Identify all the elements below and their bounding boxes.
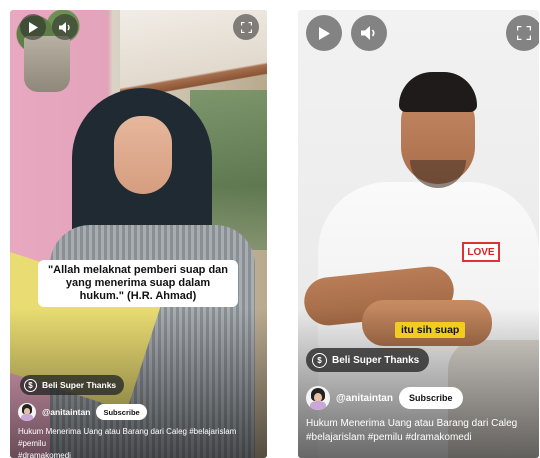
play-button[interactable]: [20, 14, 46, 40]
shirt-print: LOVE: [462, 242, 500, 262]
channel-handle[interactable]: @anitaintan: [42, 407, 90, 417]
short-video-player-right[interactable]: LOVE itu sih suap $ Beli Super Thanks @a…: [298, 10, 539, 458]
channel-handle[interactable]: @anitaintan: [336, 393, 393, 404]
short-video-player-left[interactable]: "Allah melaknat pemberi suap dan yang me…: [10, 10, 267, 458]
video-title-line-1: Hukum Menerima Uang atau Barang dari Cal…: [18, 427, 237, 448]
subscribe-button[interactable]: Subscribe: [398, 387, 463, 409]
video-title-line-2: #belajarislam #pemilu #dramakomedi: [306, 432, 472, 443]
caption-overlay: itu sih suap: [395, 322, 466, 338]
channel-row: @anitaintan Subscribe: [306, 386, 463, 410]
fullscreen-button[interactable]: [233, 14, 259, 40]
play-icon: [29, 21, 38, 33]
channel-row: @anitaintan Subscribe: [18, 403, 147, 421]
channel-avatar[interactable]: [18, 403, 36, 421]
super-thanks-button[interactable]: $ Beli Super Thanks: [306, 348, 430, 372]
video-title-line-1: Hukum Menerima Uang atau Barang dari Cal…: [306, 418, 518, 429]
volume-icon: [59, 21, 70, 33]
video-title[interactable]: Hukum Menerima Uang atau Barang dari Cal…: [306, 417, 534, 445]
person-hair: [399, 72, 477, 112]
super-thanks-button[interactable]: $ Beli Super Thanks: [20, 375, 125, 395]
channel-avatar[interactable]: [306, 386, 330, 410]
quote-overlay: "Allah melaknat pemberi suap dan yang me…: [38, 260, 238, 307]
super-thanks-label: Beli Super Thanks: [42, 380, 117, 390]
play-button[interactable]: [306, 15, 342, 51]
fullscreen-icon: [517, 26, 531, 40]
volume-button[interactable]: [52, 14, 78, 40]
volume-icon: [361, 26, 375, 40]
play-icon: [319, 26, 330, 40]
fullscreen-icon: [240, 21, 252, 33]
volume-button[interactable]: [351, 15, 387, 51]
subscribe-button[interactable]: Subscribe: [96, 404, 147, 420]
super-thanks-icon: $: [24, 378, 37, 392]
plant-pot: [24, 36, 70, 92]
super-thanks-icon: $: [312, 352, 327, 368]
person-face: [114, 116, 172, 194]
video-title[interactable]: Hukum Menerima Uang atau Barang dari Cal…: [18, 426, 263, 458]
super-thanks-label: Beli Super Thanks: [332, 354, 420, 366]
fullscreen-button[interactable]: [506, 15, 539, 51]
